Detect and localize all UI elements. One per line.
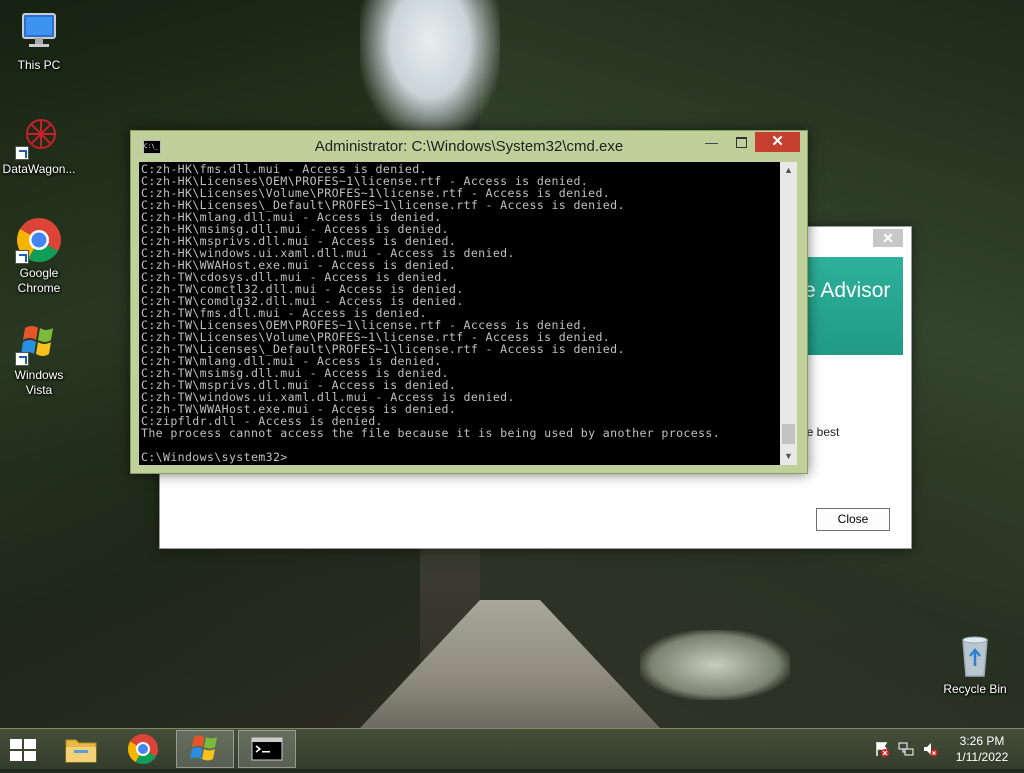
console-text: C:zh-HK\fms.dll.mui - Access is denied. C… xyxy=(139,162,780,463)
windows-vista-icon xyxy=(15,318,63,366)
shortcut-arrow-icon xyxy=(15,146,29,160)
taskbar-chrome[interactable] xyxy=(114,730,172,768)
network-icon[interactable] xyxy=(898,741,914,757)
console-line: The process cannot access the file becau… xyxy=(141,426,721,440)
shortcut-arrow-icon xyxy=(15,250,29,264)
console-output[interactable]: C:zh-HK\fms.dll.mui - Access is denied. C… xyxy=(139,162,780,465)
desktop-icon-datawagon[interactable]: DataWagon... xyxy=(0,112,78,177)
computer-icon xyxy=(15,8,63,56)
dialog-banner: e Advisor xyxy=(800,257,903,355)
action-center-flag-icon[interactable] xyxy=(874,741,890,757)
chrome-icon xyxy=(127,734,158,765)
scroll-down-icon[interactable]: ▼ xyxy=(780,448,797,465)
dialog-close-icon[interactable]: ✕ xyxy=(873,229,903,247)
desktop-icon-label: This PC xyxy=(17,58,61,72)
scroll-up-icon[interactable]: ▲ xyxy=(780,162,797,179)
desktop-icon-google-chrome[interactable]: Google Chrome xyxy=(0,216,78,296)
desktop-icon-windows-vista[interactable]: Windows Vista xyxy=(0,318,78,398)
taskbar-cmd[interactable] xyxy=(238,730,296,768)
start-button[interactable] xyxy=(0,730,58,768)
chrome-icon xyxy=(15,216,63,264)
close-window-button[interactable]: ✕ xyxy=(755,132,800,152)
windows-vista-icon xyxy=(190,735,217,761)
recycle-bin-icon xyxy=(951,632,999,680)
desktop-icon-label: Windows Vista xyxy=(14,368,64,397)
shortcut-arrow-icon xyxy=(15,352,29,366)
desktop-icon-label: Recycle Bin xyxy=(943,682,1007,696)
cmd-titlebar[interactable]: C:\_ Administrator: C:\Windows\System32\… xyxy=(131,131,807,162)
wallpaper-sky xyxy=(360,0,500,140)
cmd-icon xyxy=(251,737,283,761)
taskbar-clock[interactable]: 3:26 PM 1/11/2022 xyxy=(946,733,1018,765)
close-button[interactable]: Close xyxy=(816,508,890,531)
desktop-icon-label: DataWagon... xyxy=(2,162,76,176)
scrollbar-thumb[interactable] xyxy=(782,424,795,444)
desktop-icon-label: Google Chrome xyxy=(17,266,61,295)
windows-logo-icon xyxy=(10,739,38,763)
taskbar: 3:26 PM 1/11/2022 xyxy=(0,728,1024,769)
maximize-button[interactable] xyxy=(727,132,754,152)
cmd-window: C:\_ Administrator: C:\Windows\System32\… xyxy=(130,130,808,474)
wallpaper-bush xyxy=(640,630,790,700)
clock-date: 1/11/2022 xyxy=(955,750,1009,764)
console-scrollbar[interactable]: ▲ ▼ xyxy=(780,162,797,465)
minimize-button[interactable]: — xyxy=(698,132,725,152)
desktop-icon-this-pc[interactable]: This PC xyxy=(0,8,78,73)
console-line: C:\Windows\system32> xyxy=(141,450,288,464)
taskbar-file-explorer[interactable] xyxy=(52,730,110,768)
folder-icon xyxy=(65,739,97,763)
clock-time: 3:26 PM xyxy=(959,734,1005,748)
desktop-icon-recycle-bin[interactable]: Recycle Bin xyxy=(936,632,1014,697)
datawagon-icon xyxy=(15,112,63,160)
volume-muted-icon[interactable] xyxy=(922,741,938,757)
taskbar-windows-vista[interactable] xyxy=(176,730,234,768)
